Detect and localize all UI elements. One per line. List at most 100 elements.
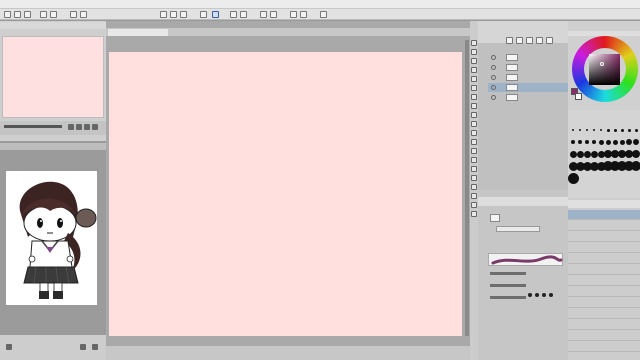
brush-tool-icon[interactable] — [471, 103, 477, 109]
copy-icon[interactable] — [70, 11, 77, 18]
canvas-vertical-scrollbar[interactable] — [465, 40, 469, 336]
layer-row[interactable] — [488, 63, 568, 72]
sub-tool-item[interactable] — [568, 265, 640, 275]
transform-icon[interactable] — [320, 11, 327, 18]
lasso-tool-icon[interactable] — [471, 67, 477, 73]
brush-size-dot[interactable] — [606, 128, 610, 132]
shape-dot-1[interactable] — [528, 293, 532, 297]
brush-size-slider[interactable] — [490, 272, 526, 275]
opacity-slider[interactable] — [490, 284, 526, 287]
move-tool-icon[interactable] — [471, 49, 477, 55]
brush-size-dot[interactable] — [600, 129, 602, 131]
shape-dot-4[interactable] — [549, 293, 553, 297]
sub-tool-item[interactable] — [568, 243, 640, 253]
pen-tool-icon[interactable] — [471, 85, 477, 91]
brush-size-dot[interactable] — [626, 139, 632, 145]
paste-icon[interactable] — [80, 11, 87, 18]
brush-size-dot[interactable] — [576, 150, 584, 158]
brush-size-dot[interactable] — [567, 172, 579, 184]
brush-size-dot[interactable] — [633, 139, 639, 145]
brush-size-dot[interactable] — [578, 140, 582, 144]
navigator-preview[interactable] — [2, 36, 104, 118]
layer-mask-icon[interactable] — [526, 37, 533, 44]
sub-tool-item[interactable] — [568, 276, 640, 286]
brush-size-dot[interactable] — [627, 128, 631, 132]
eye-icon[interactable] — [491, 65, 496, 70]
brush-size-dot[interactable] — [585, 140, 589, 144]
sub-tool-item[interactable] — [568, 232, 640, 242]
transparency-icon[interactable] — [260, 11, 267, 18]
open-icon[interactable] — [14, 11, 21, 18]
shape-dot-2[interactable] — [535, 293, 539, 297]
ruler-icon[interactable] — [212, 11, 219, 18]
layer-delete-icon[interactable] — [546, 37, 553, 44]
frame-tool-icon[interactable] — [471, 175, 477, 181]
brush-size-dot[interactable] — [572, 129, 574, 131]
reference-image[interactable] — [6, 171, 97, 305]
brush-dropdown[interactable] — [496, 226, 540, 232]
snap-grid-icon[interactable] — [240, 11, 247, 18]
select-tool-icon[interactable] — [471, 58, 477, 64]
zoom-slider[interactable] — [4, 125, 62, 128]
layer-row[interactable] — [488, 93, 568, 102]
brush-size-dot[interactable] — [632, 150, 640, 158]
zoom-in-icon[interactable] — [68, 124, 74, 130]
blend-tool-icon[interactable] — [471, 139, 477, 145]
stabilization-slider[interactable] — [490, 296, 526, 299]
layer-row[interactable] — [488, 73, 568, 82]
sub-tool-item[interactable] — [568, 309, 640, 319]
brush-size-dot[interactable] — [631, 161, 640, 171]
balloon-tool-icon[interactable] — [471, 202, 477, 208]
next-image-icon[interactable] — [92, 344, 98, 350]
sub-tool-item[interactable] — [568, 342, 640, 352]
grid-icon[interactable] — [200, 11, 207, 18]
brush-size-dot[interactable] — [571, 140, 575, 144]
save-icon[interactable] — [24, 11, 31, 18]
prev-image-icon[interactable] — [80, 344, 86, 350]
brush-size-dot[interactable] — [605, 139, 611, 145]
brush-size-dot[interactable] — [619, 139, 625, 145]
brush-size-dot[interactable] — [583, 150, 591, 158]
layer-folder-icon[interactable] — [516, 37, 523, 44]
eraser-tool-icon[interactable] — [471, 130, 477, 136]
saturation-value-square[interactable] — [589, 54, 620, 85]
rotate-icon[interactable] — [170, 11, 177, 18]
fit-icon[interactable] — [84, 124, 90, 130]
new-icon[interactable] — [4, 11, 11, 18]
fill-tool-icon[interactable] — [471, 148, 477, 154]
figure-tool-icon[interactable] — [471, 166, 477, 172]
correction-tool-icon[interactable] — [471, 211, 477, 217]
brush-size-dot[interactable] — [569, 150, 577, 158]
color-picker-cursor[interactable] — [600, 62, 604, 66]
sub-tool-item[interactable] — [568, 287, 640, 297]
actual-size-icon[interactable] — [92, 124, 98, 130]
clear-icon[interactable] — [300, 11, 307, 18]
brush-size-dot[interactable] — [593, 129, 595, 131]
shape-dot-3[interactable] — [542, 293, 546, 297]
drawing-canvas[interactable] — [109, 52, 462, 336]
sub-tool-item[interactable] — [568, 210, 640, 220]
eye-icon[interactable] — [491, 55, 496, 60]
brush-size-dot[interactable] — [612, 139, 618, 145]
airbrush-tool-icon[interactable] — [471, 112, 477, 118]
sub-tool-item[interactable] — [568, 331, 640, 341]
sub-tool-item[interactable] — [568, 320, 640, 330]
pencil-tool-icon[interactable] — [471, 94, 477, 100]
text-tool-icon[interactable] — [471, 193, 477, 199]
brush-size-dot[interactable] — [613, 128, 617, 132]
layer-row[interactable] — [488, 53, 568, 62]
brush-size-dot[interactable] — [598, 139, 604, 145]
zoom-icon[interactable] — [160, 11, 167, 18]
eye-icon[interactable] — [491, 95, 496, 100]
zoom-tool-icon[interactable] — [471, 40, 477, 46]
brush-size-dot[interactable] — [590, 150, 598, 158]
eye-icon[interactable] — [491, 75, 496, 80]
brush-size-dot[interactable] — [634, 128, 638, 132]
ruler-tool-icon[interactable] — [471, 184, 477, 190]
undo-icon[interactable] — [40, 11, 47, 18]
layer-lock-icon[interactable] — [536, 37, 543, 44]
zoom-out-icon[interactable] — [76, 124, 82, 130]
brush-size-dot[interactable] — [579, 129, 581, 131]
gradient-tool-icon[interactable] — [471, 157, 477, 163]
layer-row[interactable] — [488, 83, 568, 92]
